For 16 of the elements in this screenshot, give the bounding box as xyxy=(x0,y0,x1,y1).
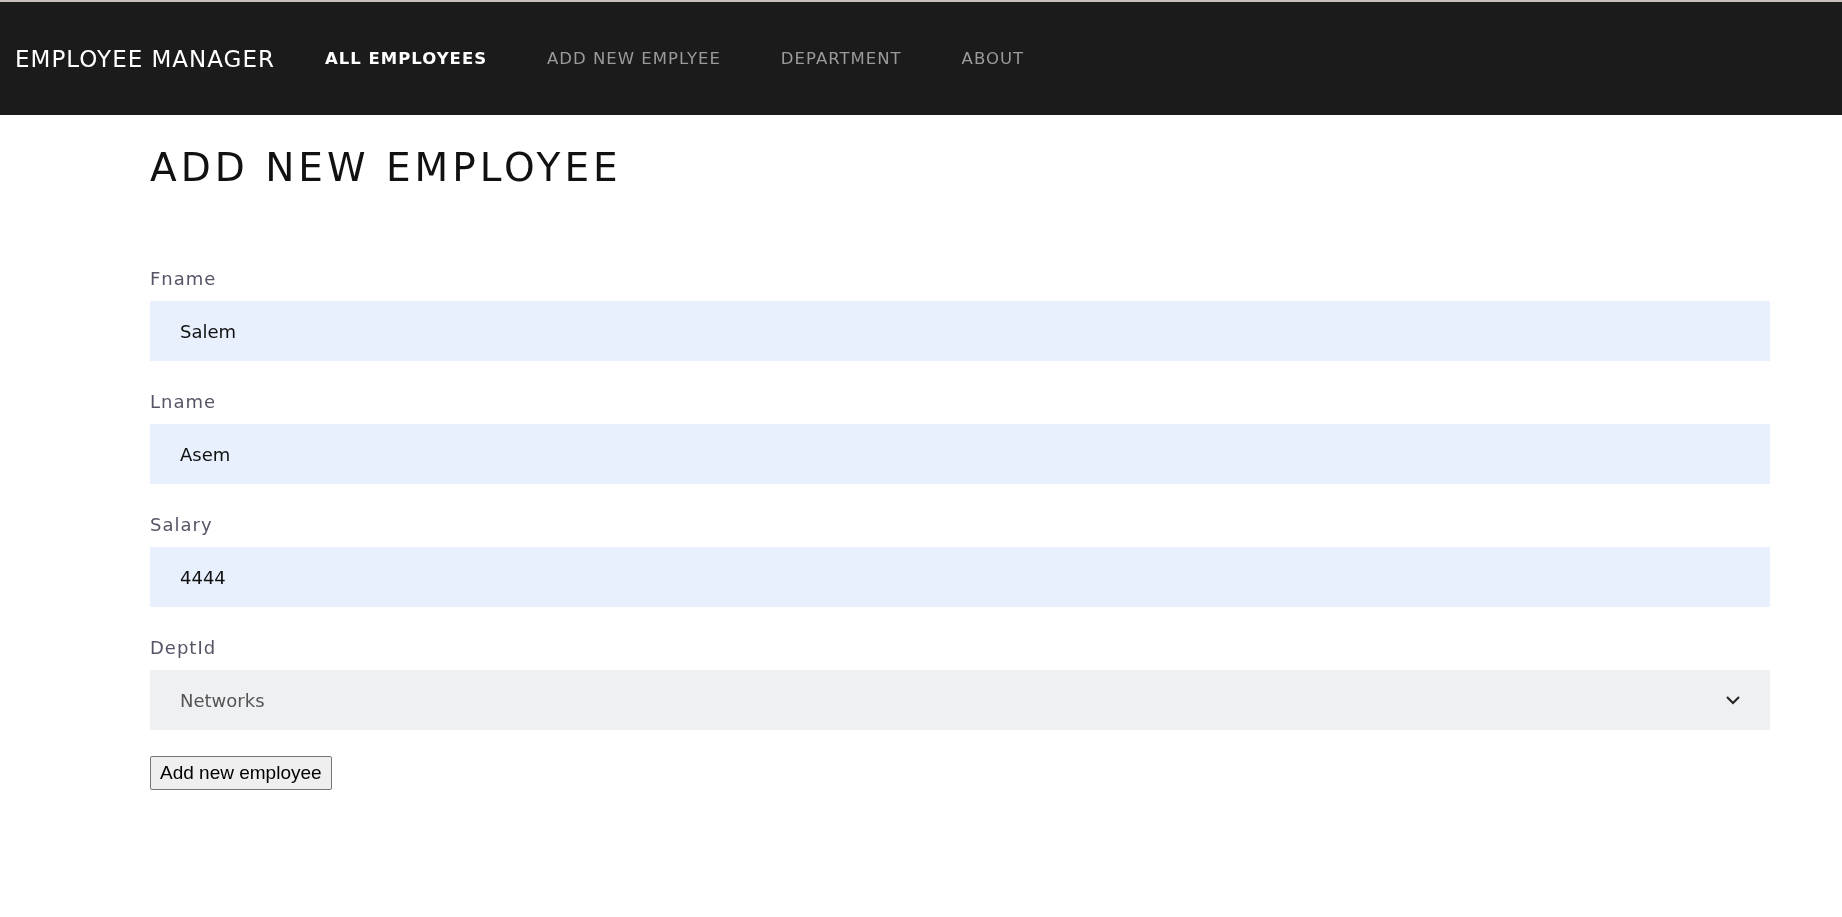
page-title: ADD NEW EMPLOYEE xyxy=(150,145,623,190)
field-label: DeptId xyxy=(150,637,218,658)
text-input-field[interactable]: 4444 xyxy=(150,547,1770,607)
chevron-down-icon xyxy=(1726,695,1740,705)
field-label: Salary xyxy=(150,514,214,535)
nav-link[interactable]: DEPARTMENT xyxy=(780,49,902,68)
brand-title: EMPLOYEE MANAGER xyxy=(15,45,275,72)
add-employee-button[interactable]: Add new employee xyxy=(150,756,332,790)
text-input-field[interactable]: Asem xyxy=(150,424,1770,484)
field-label: Fname xyxy=(150,268,218,289)
field-label: Lname xyxy=(150,391,218,412)
nav-link[interactable]: ALL EMPLOYEES xyxy=(324,49,488,68)
text-input-field[interactable]: Salem xyxy=(150,301,1770,361)
nav-link[interactable]: ABOUT xyxy=(961,49,1025,68)
dropdown-field[interactable]: Networks xyxy=(150,670,1770,730)
nav-link[interactable]: ADD NEW EMPLYEE xyxy=(547,49,721,68)
